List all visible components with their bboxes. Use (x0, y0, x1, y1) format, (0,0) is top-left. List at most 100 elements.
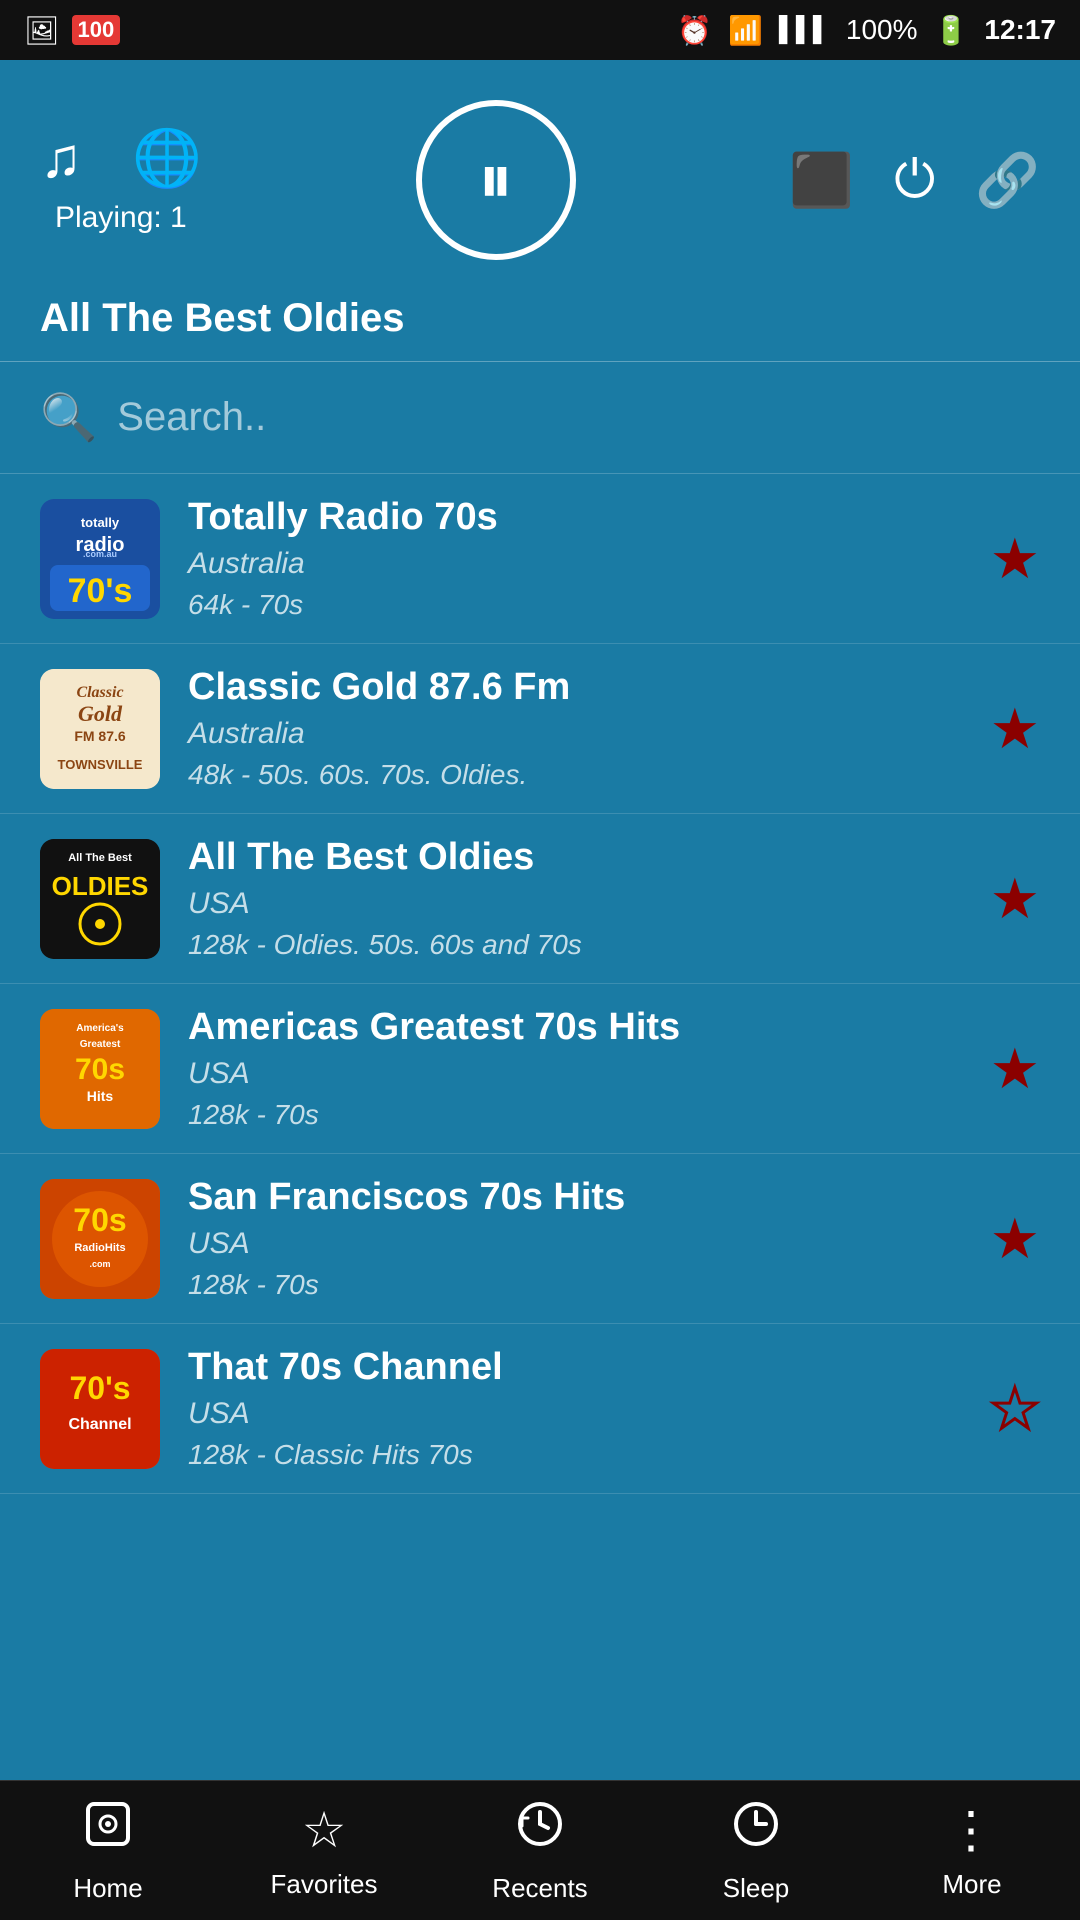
station-bitrate: 48k - 50s. 60s. 70s. Oldies. (188, 759, 962, 791)
pause-icon: ⏸ (478, 139, 513, 221)
list-item[interactable]: Classic Gold FM 87.6 TOWNSVILLE Classic … (0, 644, 1080, 814)
svg-text:TOWNSVILLE: TOWNSVILLE (58, 757, 143, 772)
station-bitrate: 128k - Classic Hits 70s (188, 1439, 962, 1471)
favorite-star[interactable]: ★ (990, 696, 1040, 762)
favorite-star[interactable]: ★ (990, 1036, 1040, 1102)
station-bitrate: 128k - Oldies. 50s. 60s and 70s (188, 929, 962, 961)
list-item[interactable]: totally radio .com.au 70's Totally Radio… (0, 474, 1080, 644)
signal-icon: ▌▌▌ (779, 16, 830, 44)
station-logo: totally radio .com.au 70's (40, 499, 160, 619)
svg-text:FM 87.6: FM 87.6 (74, 728, 126, 744)
svg-text:Gold: Gold (78, 701, 123, 726)
status-bar-left: 🖼 100 (24, 14, 120, 47)
station-info: All The Best Oldies USA 128k - Oldies. 5… (188, 836, 962, 961)
svg-text:.com.au: .com.au (83, 549, 117, 559)
search-bar: 🔍 (0, 362, 1080, 474)
svg-text:totally: totally (81, 515, 120, 530)
station-name: All The Best Oldies (188, 836, 962, 879)
list-item[interactable]: America's Greatest 70s Hits Americas Gre… (0, 984, 1080, 1154)
home-label: Home (73, 1873, 142, 1904)
station-bitrate: 128k - 70s (188, 1099, 962, 1131)
station-logo: 70's Channel (40, 1349, 160, 1469)
svg-text:RadioHits: RadioHits (74, 1242, 125, 1254)
gallery-icon: 🖼 (24, 14, 60, 47)
battery-icon: 🔋 (934, 14, 969, 47)
svg-text:America's: America's (76, 1023, 124, 1034)
station-info: San Franciscos 70s Hits USA 128k - 70s (188, 1176, 962, 1301)
svg-text:70's: 70's (68, 572, 133, 610)
pause-button[interactable]: ⏸ (416, 100, 576, 260)
alarm-icon: ⏰ (677, 14, 712, 47)
share-button[interactable]: 🔗 (975, 150, 1040, 211)
nav-item-more[interactable]: ⋮ More (864, 1785, 1080, 1916)
player-header: ♫ 🌐 Playing: 1 ⏸ ⬛ ⏻ 🔗 (0, 60, 1080, 280)
favorites-label: Favorites (271, 1869, 378, 1900)
station-name: San Franciscos 70s Hits (188, 1176, 962, 1219)
station-bitrate: 64k - 70s (188, 589, 962, 621)
svg-text:Channel: Channel (68, 1416, 131, 1433)
nav-item-favorites[interactable]: ☆ Favorites (216, 1785, 432, 1916)
station-logo: Classic Gold FM 87.6 TOWNSVILLE (40, 669, 160, 789)
station-logo: America's Greatest 70s Hits (40, 1009, 160, 1129)
station-logo: All The Best OLDIES (40, 839, 160, 959)
station-country: USA (188, 1057, 962, 1091)
favorites-icon: ☆ (302, 1801, 347, 1859)
station-country: Australia (188, 547, 962, 581)
list-item[interactable]: 70s RadioHits .com San Franciscos 70s Hi… (0, 1154, 1080, 1324)
svg-text:OLDIES: OLDIES (52, 871, 149, 901)
wifi-icon: 📶 (728, 14, 763, 47)
svg-text:.com: .com (89, 1259, 110, 1269)
svg-text:Greatest: Greatest (80, 1039, 121, 1050)
station-logo: 70s RadioHits .com (40, 1179, 160, 1299)
power-button[interactable]: ⏻ (894, 150, 935, 211)
list-item[interactable]: 70's Channel That 70s Channel USA 128k -… (0, 1324, 1080, 1494)
globe-icon[interactable]: 🌐 (132, 125, 202, 191)
more-label: More (942, 1869, 1001, 1900)
sleep-label: Sleep (723, 1873, 790, 1904)
station-name: Totally Radio 70s (188, 496, 962, 539)
status-bar-right: ⏰ 📶 ▌▌▌ 100% 🔋 12:17 (677, 14, 1056, 47)
player-controls-right: ⬛ ⏻ 🔗 (789, 150, 1040, 211)
clock-time: 12:17 (984, 14, 1056, 46)
favorite-star[interactable]: ★ (990, 526, 1040, 592)
nav-item-recents[interactable]: Recents (432, 1782, 648, 1920)
station-info: Totally Radio 70s Australia 64k - 70s (188, 496, 962, 621)
search-icon: 🔍 (40, 390, 97, 445)
app-icon: 100 (72, 15, 121, 45)
station-name: Classic Gold 87.6 Fm (188, 666, 962, 709)
station-country: USA (188, 887, 962, 921)
station-name: That 70s Channel (188, 1346, 962, 1389)
station-info: Americas Greatest 70s Hits USA 128k - 70… (188, 1006, 962, 1131)
favorite-star[interactable]: ★ (990, 1206, 1040, 1272)
radio-list: totally radio .com.au 70's Totally Radio… (0, 474, 1080, 1788)
music-note-icon[interactable]: ♫ (40, 125, 82, 191)
player-icons-left: ♫ 🌐 (40, 125, 202, 191)
nav-item-sleep[interactable]: Sleep (648, 1782, 864, 1920)
list-item[interactable]: All The Best OLDIES All The Best Oldies … (0, 814, 1080, 984)
station-country: Australia (188, 717, 962, 751)
station-country: USA (188, 1397, 962, 1431)
home-icon (82, 1798, 134, 1863)
station-country: USA (188, 1227, 962, 1261)
sleep-icon (730, 1798, 782, 1863)
now-playing-title: All The Best Oldies (0, 280, 1080, 362)
svg-text:Hits: Hits (87, 1088, 114, 1104)
nav-item-home[interactable]: Home (0, 1782, 216, 1920)
more-icon: ⋮ (946, 1801, 998, 1859)
svg-text:70s: 70s (75, 1053, 125, 1086)
station-name: Americas Greatest 70s Hits (188, 1006, 962, 1049)
station-info: Classic Gold 87.6 Fm Australia 48k - 50s… (188, 666, 962, 791)
svg-text:Classic: Classic (76, 684, 123, 701)
playing-label: Playing: 1 (55, 201, 187, 235)
svg-text:70s: 70s (73, 1202, 126, 1238)
svg-text:All The Best: All The Best (68, 852, 132, 864)
battery-percent: 100% (846, 14, 918, 46)
recents-icon (514, 1798, 566, 1863)
search-input[interactable] (117, 395, 1040, 440)
favorite-star[interactable]: ★ (990, 1376, 1040, 1442)
player-controls-left: ♫ 🌐 Playing: 1 (40, 125, 202, 235)
recents-label: Recents (492, 1873, 587, 1904)
favorite-star[interactable]: ★ (990, 866, 1040, 932)
stop-button[interactable]: ⬛ (789, 150, 854, 211)
status-bar: 🖼 100 ⏰ 📶 ▌▌▌ 100% 🔋 12:17 (0, 0, 1080, 60)
